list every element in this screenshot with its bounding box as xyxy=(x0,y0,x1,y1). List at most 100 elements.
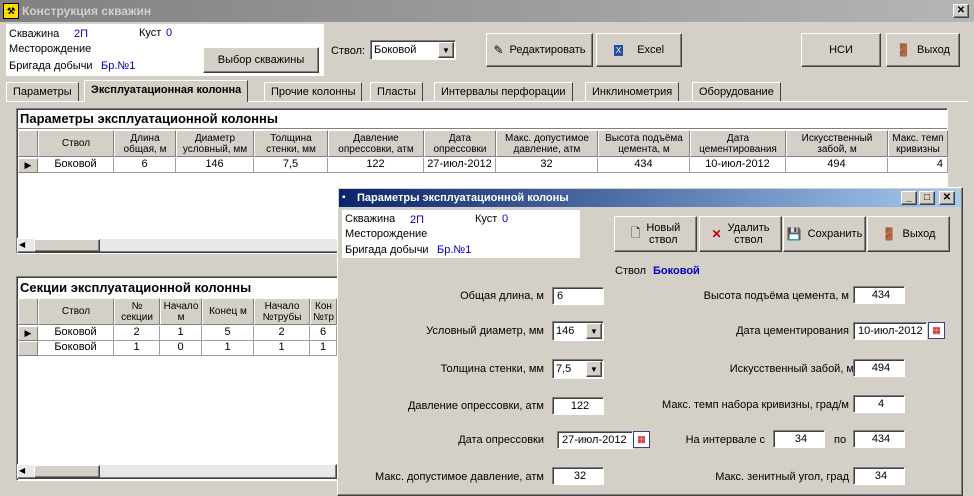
grid1-cell[interactable]: 434 xyxy=(598,158,690,173)
grid1-cell[interactable]: Боковой xyxy=(38,158,114,173)
grid1-title-line xyxy=(17,128,947,129)
bottom-label: Искусственный забой, м xyxy=(729,363,854,375)
grid2-column-header[interactable]: Начало №трубы xyxy=(254,298,310,325)
interval-to-input[interactable]: 434 xyxy=(853,430,905,448)
tab-perforation[interactable]: Интервалы перфорации xyxy=(434,82,573,101)
scroll-left-icon[interactable]: ◀ xyxy=(19,466,25,475)
grid2-cell[interactable]: 1 xyxy=(254,341,310,356)
close-icon[interactable]: ✕ xyxy=(939,191,955,205)
grid1-cell[interactable]: 7,5 xyxy=(254,158,328,173)
tab-production-string[interactable]: Эксплуатационная колонна xyxy=(84,80,249,102)
exit-button[interactable]: 🚪 Выход xyxy=(886,33,960,67)
grid1-column-header[interactable]: Макс. допустимое давление, атм xyxy=(496,130,598,157)
save-button[interactable]: 💾 Сохранить xyxy=(783,216,866,252)
pressure-date-input[interactable]: 27-июл-2012 xyxy=(557,431,633,449)
well-label: Скважина xyxy=(9,28,60,40)
chevron-down-icon[interactable]: ▼ xyxy=(438,42,454,58)
chevron-down-icon[interactable]: ▼ xyxy=(586,361,602,377)
grid2-scroll-thumb[interactable] xyxy=(34,465,100,478)
total-length-input[interactable]: 6 xyxy=(552,287,604,305)
diameter-select[interactable]: 146 ▼ xyxy=(552,321,604,341)
current-row-arrow-icon[interactable]: ▶ xyxy=(18,158,38,173)
scroll-left-icon[interactable]: ◀ xyxy=(19,240,25,249)
max-pressure-input[interactable]: 32 xyxy=(552,467,604,485)
pressure-label: Давление опрессовки, атм xyxy=(407,400,544,412)
tab-inclinometry[interactable]: Инклинометрия xyxy=(585,82,680,101)
window-title: Конструкция скважин xyxy=(22,4,152,18)
tab-equipment[interactable]: Оборудование xyxy=(692,82,781,101)
tab-parameters[interactable]: Параметры xyxy=(6,82,79,101)
edit-button-label: Редактировать xyxy=(509,44,586,56)
grid2-cell[interactable]: 5 xyxy=(202,326,254,341)
trunk-select[interactable]: Боковой ▼ xyxy=(370,40,456,60)
grid1-column-header[interactable]: Искусственный забой, м xyxy=(786,130,888,157)
grid2-column-header[interactable]: № секции xyxy=(114,298,160,325)
grid1-cell[interactable]: 494 xyxy=(786,158,888,173)
tab-label: Прочие колонны xyxy=(271,86,356,98)
grid2-hscroll[interactable]: ◀ xyxy=(17,464,337,479)
bottom-input[interactable]: 494 xyxy=(853,359,905,377)
new-trunk-button[interactable]: 🗋 Новый ствол xyxy=(614,216,697,252)
grid1-column-header[interactable]: Высота подъёма цемента, м xyxy=(598,130,690,157)
close-icon[interactable]: ✕ xyxy=(953,4,969,18)
dialog-exit-label: Выход xyxy=(902,228,936,240)
delete-trunk-button[interactable]: ✕ Удалить ствол xyxy=(699,216,782,252)
minimize-icon[interactable]: _ xyxy=(901,191,917,205)
thickness-select[interactable]: 7,5 ▼ xyxy=(552,359,604,379)
chevron-down-icon[interactable]: ▼ xyxy=(586,323,602,339)
grid1-column-header[interactable]: Длина общая, м xyxy=(114,130,176,157)
grid1-cell[interactable]: 146 xyxy=(176,158,254,173)
grid2-cell[interactable]: 2 xyxy=(114,326,160,341)
calendar-icon[interactable]: ▦ xyxy=(928,322,945,339)
grid1-column-header[interactable]: Ствол xyxy=(38,130,114,157)
tab-layers[interactable]: Пласты xyxy=(370,82,423,101)
grid2-cell[interactable]: 2 xyxy=(254,326,310,341)
grid1-cell[interactable]: 4 xyxy=(888,158,948,173)
maximize-icon[interactable]: □ xyxy=(919,191,935,205)
nsi-button[interactable]: НСИ xyxy=(801,33,881,67)
grid2-column-header[interactable]: Начало м xyxy=(160,298,202,325)
grid2-cell[interactable]: Боковой xyxy=(38,341,114,356)
row-indicator[interactable] xyxy=(18,341,38,356)
grid2-cell[interactable]: 6 xyxy=(310,326,337,341)
select-well-button[interactable]: Выбор скважины xyxy=(203,47,319,73)
curvature-input[interactable]: 4 xyxy=(853,395,905,413)
calendar-icon[interactable]: ▦ xyxy=(633,431,650,448)
cement-height-input[interactable]: 434 xyxy=(853,286,905,304)
grid2-cell[interactable]: 1 xyxy=(202,341,254,356)
dialog-exit-button[interactable]: 🚪 Выход xyxy=(867,216,950,252)
grid1-cell[interactable]: 6 xyxy=(114,158,176,173)
tab-other-strings[interactable]: Прочие колонны xyxy=(264,82,363,101)
cement-date-input[interactable]: 10-июл-2012 xyxy=(853,322,927,340)
dialog-trunk-value: Боковой xyxy=(653,265,700,277)
exit-button-label: Выход xyxy=(917,44,950,56)
grid2-cell[interactable]: 1 xyxy=(160,326,202,341)
grid1-column-header[interactable]: Диаметр условный, мм xyxy=(176,130,254,157)
grid2-cell[interactable]: 0 xyxy=(160,341,202,356)
excel-icon: X xyxy=(613,44,624,56)
grid2-cell[interactable]: 1 xyxy=(114,341,160,356)
interval-from-input[interactable]: 34 xyxy=(773,430,825,448)
edit-button[interactable]: ✎ Редактировать xyxy=(486,33,593,67)
grid1-column-header[interactable]: Дата опрессовки xyxy=(424,130,496,157)
pressure-input[interactable]: 122 xyxy=(552,397,604,415)
zenith-input[interactable]: 34 xyxy=(853,467,905,485)
grid1-column-header[interactable]: Толщина стенки, мм xyxy=(254,130,328,157)
grid2-cell[interactable]: Боковой xyxy=(38,326,114,341)
grid1-column-header[interactable]: Макс. темп кривизны xyxy=(888,130,948,157)
grid1-cell[interactable]: 10-июл-2012 xyxy=(690,158,786,173)
current-row-arrow-icon[interactable]: ▶ xyxy=(18,326,38,341)
grid2-column-header[interactable]: Кон №тр xyxy=(310,298,337,325)
grid1-scroll-thumb[interactable] xyxy=(34,239,100,252)
thickness-value: 7,5 xyxy=(556,363,572,375)
grid1-cell[interactable]: 122 xyxy=(328,158,424,173)
grid1-column-header[interactable]: Дата цементирования xyxy=(690,130,786,157)
grid2-column-header[interactable]: Конец м xyxy=(202,298,254,325)
grid1-column-header[interactable]: Давление опрессовки, атм xyxy=(328,130,424,157)
grid1-cell[interactable]: 27-июл-2012 xyxy=(424,158,496,173)
excel-button[interactable]: X Excel xyxy=(596,33,682,67)
grid2-column-header[interactable]: Ствол xyxy=(38,298,114,325)
grid1-cell[interactable]: 32 xyxy=(496,158,598,173)
grid2-cell[interactable]: 1 xyxy=(310,341,337,356)
grid1-title: Параметры эксплуатационной колонны xyxy=(20,111,278,126)
